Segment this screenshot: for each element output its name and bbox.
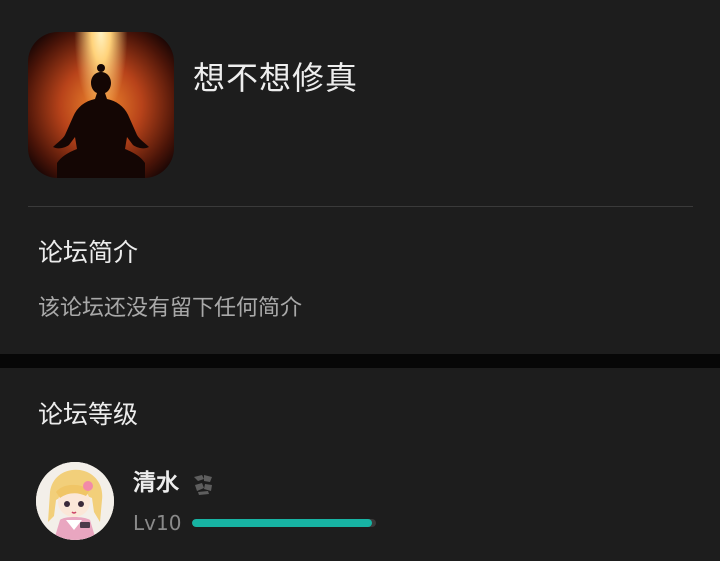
forum-intro-text: 该论坛还没有留下任何简介 (38, 296, 303, 321)
level-progress-fill (192, 519, 373, 527)
forum-title: 想不想修真 (193, 59, 359, 97)
user-name: 清水 (133, 470, 179, 496)
header-divider (28, 206, 693, 207)
level-label: Lv10 (133, 511, 182, 535)
avatar[interactable] (36, 462, 114, 540)
level-progress-bar (192, 519, 376, 527)
ink-badge-icon (190, 471, 216, 497)
forum-header: 想不想修真 (0, 0, 720, 206)
section-separator (0, 354, 720, 368)
forum-level-heading: 论坛等级 (38, 400, 139, 429)
forum-intro-heading: 论坛简介 (38, 238, 139, 267)
meditating-figure-icon (53, 64, 149, 178)
user-level-card[interactable]: 清水 Lv10 (36, 462, 396, 542)
forum-app-icon[interactable] (28, 32, 174, 178)
anime-girl-avatar-icon (36, 462, 114, 540)
